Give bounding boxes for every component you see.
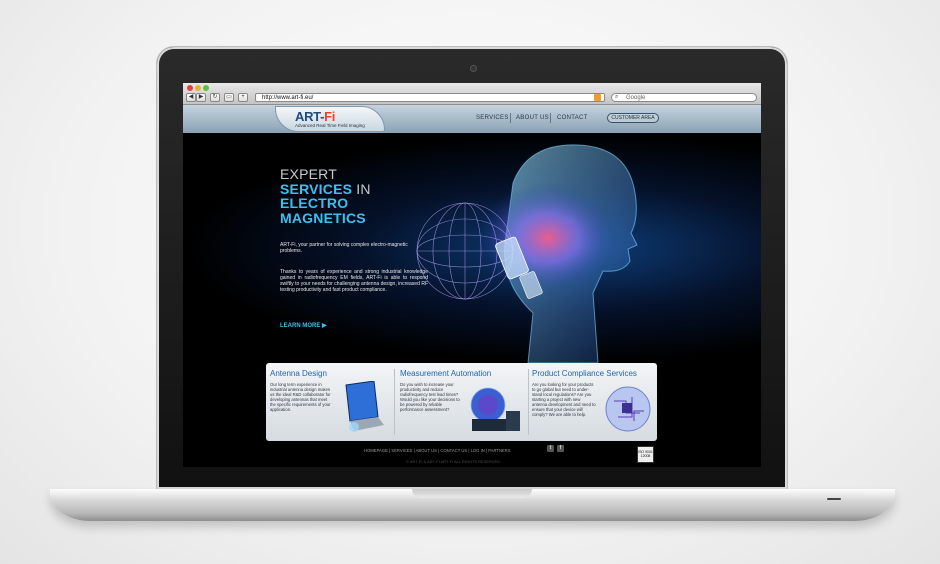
browser-toolbar: ◀ ▶ ↻ ▭ + http://www.art-fi.eu/ Google ⌕ [183, 83, 761, 105]
card-divider [394, 369, 395, 435]
footer-copyright: © ART-FI & ART-FI ART-Fi ALL RIGHTS RESE… [406, 459, 501, 464]
power-led [827, 498, 841, 500]
nav-contact[interactable]: CONTACT [557, 115, 588, 121]
nav-about-us[interactable]: ABOUT US [516, 115, 549, 121]
card-text-measurement-automation: Do you wish to increase your productivit… [400, 382, 460, 412]
hero-heading-line4: MAGNETICS [280, 209, 366, 226]
measurement-equipment-image [470, 387, 520, 431]
hero-heading: EXPERT SERVICES IN ELECTRO MAGNETICS [280, 167, 371, 225]
customer-area-button[interactable]: CUSTOMER AREA [607, 113, 659, 123]
laptop-image [345, 381, 384, 432]
nav-services[interactable]: SERVICES [476, 115, 509, 121]
iso-badge: ISO 9001 12008 [637, 446, 654, 463]
circuit-globe-image [605, 386, 651, 432]
card-text-product-compliance: Are you looking for your products to go … [532, 382, 596, 417]
card-divider [528, 369, 529, 435]
nav-divider [550, 113, 551, 123]
footer-links[interactable]: HOMEPAGE | SERVICES | ABOUT US | CONTACT… [364, 448, 511, 453]
address-bar[interactable]: http://www.art-fi.eu/ [255, 93, 605, 102]
laptop-notch [412, 489, 532, 498]
back-button[interactable]: ◀ [186, 93, 196, 102]
laptop-screen: ◀ ▶ ↻ ▭ + http://www.art-fi.eu/ Google ⌕… [183, 83, 761, 467]
laptop-base [50, 489, 895, 521]
close-window-icon[interactable] [187, 85, 193, 91]
add-bookmark-button[interactable]: + [238, 93, 248, 102]
forward-button[interactable]: ▶ [196, 93, 206, 102]
search-input[interactable]: Google [611, 93, 757, 102]
site-logo[interactable]: ART-Fi [295, 109, 335, 124]
hero-heading-line3: ELECTRO [280, 195, 349, 211]
card-title-antenna-design[interactable]: Antenna Design [270, 369, 327, 378]
facebook-icon[interactable]: f [557, 445, 564, 452]
hero-heading-line1: EXPERT [280, 166, 337, 182]
rss-icon[interactable] [594, 94, 601, 101]
learn-more-link[interactable]: LEARN MORE ▶ [280, 322, 327, 329]
bookmarks-button[interactable]: ▭ [224, 93, 234, 102]
card-title-measurement-automation[interactable]: Measurement Automation [400, 369, 491, 378]
site-header: ART-Fi Advanced Real Time Field Imaging … [183, 105, 761, 133]
logo-tagline: Advanced Real Time Field Imaging [295, 123, 365, 128]
zoom-window-icon[interactable] [203, 85, 209, 91]
hero-heading-line2-gray: IN [352, 180, 371, 197]
card-title-product-compliance[interactable]: Product Compliance Services [532, 369, 637, 378]
nav-divider [510, 113, 511, 123]
services-cards: Antenna Design Our long term experience … [266, 363, 657, 441]
logo-text: ART- [295, 109, 325, 124]
hero-illustration [416, 144, 638, 363]
twitter-icon[interactable]: t [547, 445, 554, 452]
hero-paragraph: Thanks to years of experience and strong… [280, 269, 428, 293]
minimize-window-icon[interactable] [195, 85, 201, 91]
camera-icon [471, 66, 476, 71]
card-text-antenna-design: Our long term experience in industrial a… [270, 382, 331, 412]
reload-button[interactable]: ↻ [210, 93, 220, 102]
hero-intro: ART-Fi, your partner for solving complex… [280, 242, 408, 254]
logo-accent: Fi [324, 109, 336, 124]
hero-section: EXPERT SERVICES IN ELECTRO MAGNETICS ART… [183, 133, 761, 363]
search-icon: ⌕ [615, 94, 619, 100]
